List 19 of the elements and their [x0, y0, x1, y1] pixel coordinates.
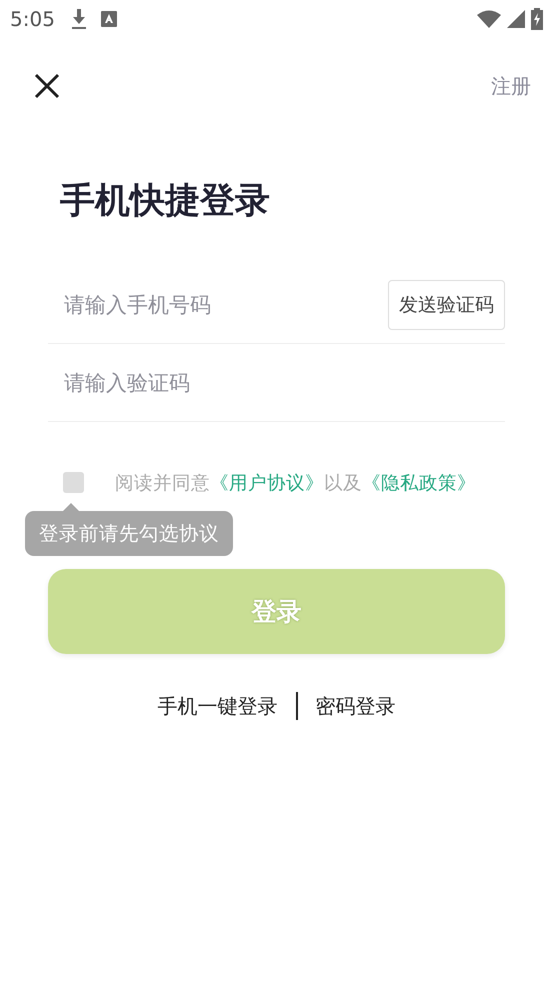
battery-icon — [531, 8, 543, 30]
agreement-checkbox[interactable] — [63, 472, 84, 493]
wifi-icon — [477, 10, 501, 28]
signal-icon — [507, 10, 525, 28]
send-code-button[interactable]: 发送验证码 — [388, 280, 505, 330]
page-title: 手机快捷登录 — [60, 180, 271, 222]
policy-link[interactable]: 《用户协议》 — [210, 473, 324, 494]
input-field[interactable]: 请输入手机号码 — [48, 280, 388, 330]
status-time: 5:05 — [10, 7, 55, 31]
register-link[interactable]: 注册 — [491, 72, 531, 100]
login-option-link[interactable]: 手机一键登录 — [140, 692, 296, 720]
download-icon — [70, 9, 87, 29]
tooltip: 登录前请先勾选协议 — [25, 503, 233, 556]
policy-link[interactable]: 《隐私政策》 — [362, 473, 476, 494]
login-option-link[interactable]: 密码登录 — [298, 692, 414, 720]
font-icon — [100, 11, 117, 27]
input-field[interactable]: 请输入验证码 — [48, 358, 505, 408]
agreement-text: 阅读并同意《用户协议》以及《隐私政策》 — [115, 472, 476, 495]
close-button[interactable] — [32, 71, 62, 101]
